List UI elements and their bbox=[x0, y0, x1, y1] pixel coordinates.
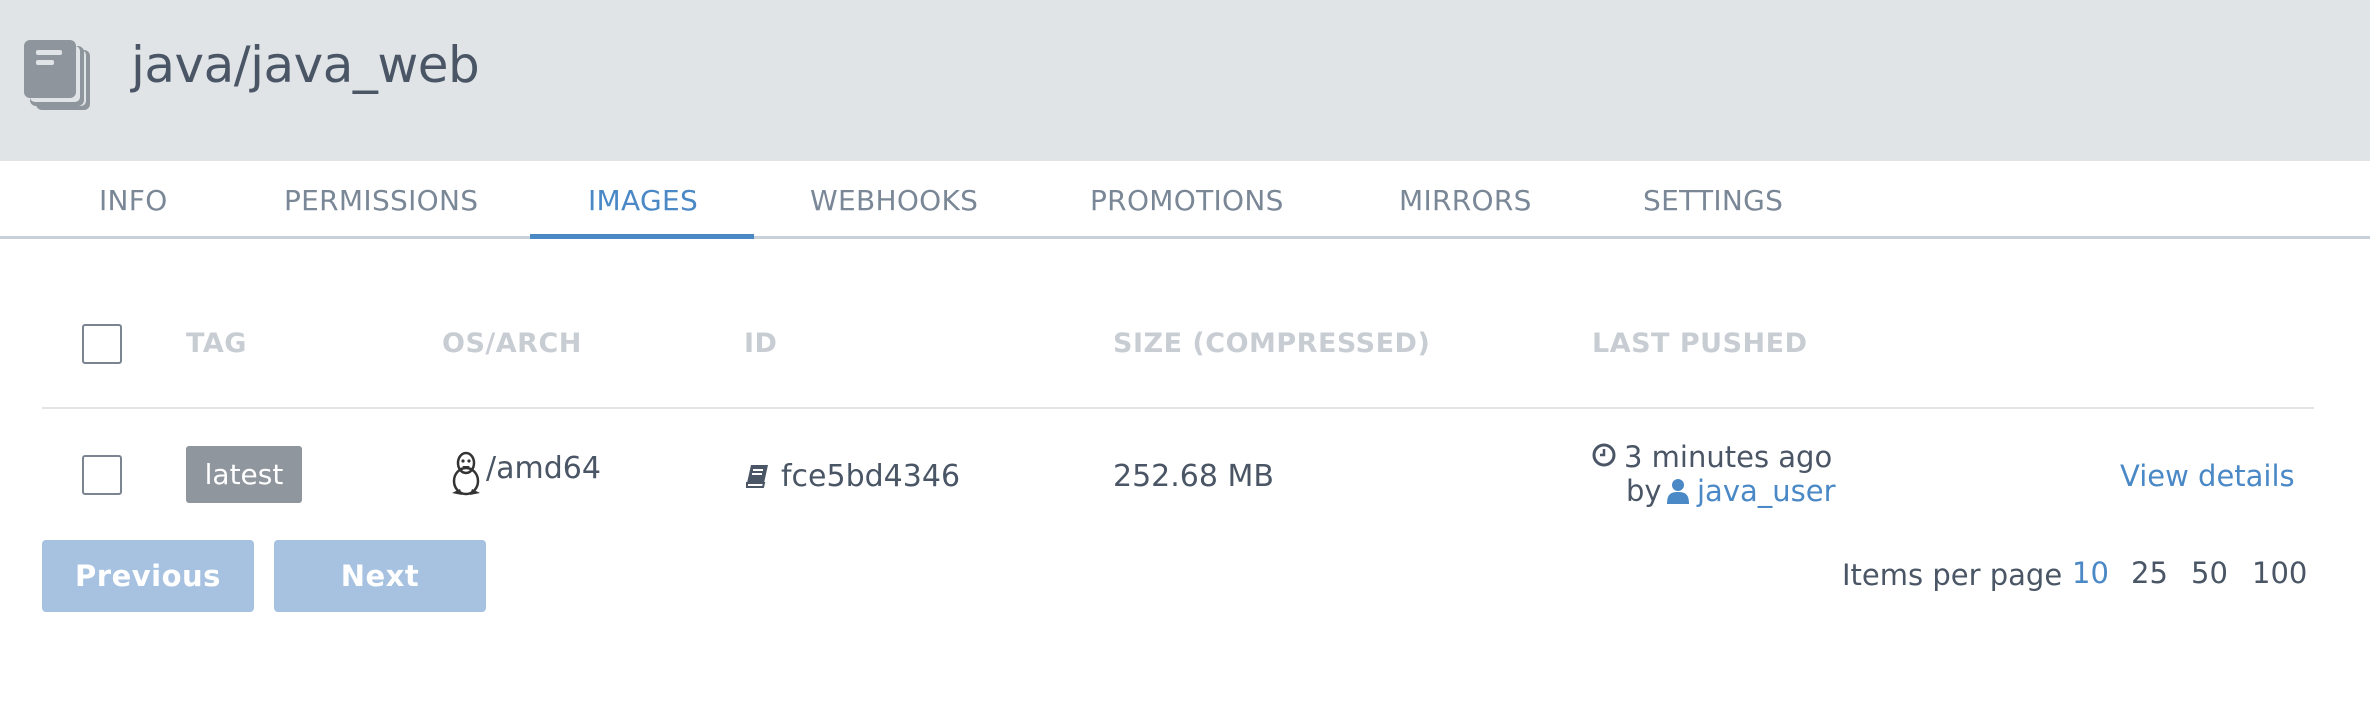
tab-webhooks[interactable]: WEBHOOKS bbox=[810, 184, 978, 217]
repo-header: java/java_web bbox=[0, 0, 2370, 161]
book-icon bbox=[746, 465, 768, 488]
column-header-last-pushed[interactable]: LAST PUSHED bbox=[1592, 328, 1807, 359]
column-header-size[interactable]: SIZE (COMPRESSED) bbox=[1113, 328, 1430, 359]
items-per-page-10[interactable]: 10 bbox=[2072, 556, 2109, 590]
tab-permissions[interactable]: PERMISSIONS bbox=[284, 184, 478, 217]
page-title: java/java_web bbox=[131, 36, 480, 94]
tab-bar: INFO PERMISSIONS IMAGES WEBHOOKS PROMOTI… bbox=[0, 161, 2370, 239]
image-size: 252.68 MB bbox=[1113, 459, 1274, 494]
column-header-os-arch[interactable]: OS/ARCH bbox=[442, 328, 582, 359]
pushed-by-user-link[interactable]: java_user bbox=[1697, 474, 1836, 508]
user-icon bbox=[1667, 479, 1689, 504]
table-divider bbox=[42, 407, 2314, 409]
clock-icon bbox=[1592, 443, 1616, 467]
last-pushed-time: 3 minutes ago bbox=[1624, 440, 1833, 474]
linux-tux-icon bbox=[452, 451, 480, 496]
tag-badge: latest bbox=[186, 446, 302, 503]
tab-mirrors[interactable]: MIRRORS bbox=[1399, 184, 1532, 217]
column-header-tag[interactable]: TAG bbox=[186, 328, 247, 359]
tab-promotions[interactable]: PROMOTIONS bbox=[1090, 184, 1284, 217]
pushed-by-label: by bbox=[1626, 474, 1662, 508]
books-stack-icon bbox=[24, 40, 90, 110]
view-details-link[interactable]: View details bbox=[2120, 459, 2295, 493]
next-button[interactable]: Next bbox=[274, 540, 486, 612]
column-header-id[interactable]: ID bbox=[744, 328, 777, 359]
tab-settings[interactable]: SETTINGS bbox=[1643, 184, 1783, 217]
items-per-page-25[interactable]: 25 bbox=[2131, 556, 2168, 590]
previous-button[interactable]: Previous bbox=[42, 540, 254, 612]
tab-info[interactable]: INFO bbox=[99, 184, 168, 217]
items-per-page-label: Items per page bbox=[1842, 558, 2063, 592]
tab-images[interactable]: IMAGES bbox=[588, 184, 698, 217]
items-per-page-100[interactable]: 100 bbox=[2252, 556, 2307, 590]
select-all-checkbox[interactable] bbox=[82, 324, 122, 364]
items-per-page-50[interactable]: 50 bbox=[2191, 556, 2228, 590]
image-id[interactable]: fce5bd4346 bbox=[781, 459, 960, 494]
row-checkbox[interactable] bbox=[82, 455, 122, 495]
os-arch-value: /amd64 bbox=[486, 451, 601, 486]
active-tab-indicator bbox=[530, 234, 754, 239]
